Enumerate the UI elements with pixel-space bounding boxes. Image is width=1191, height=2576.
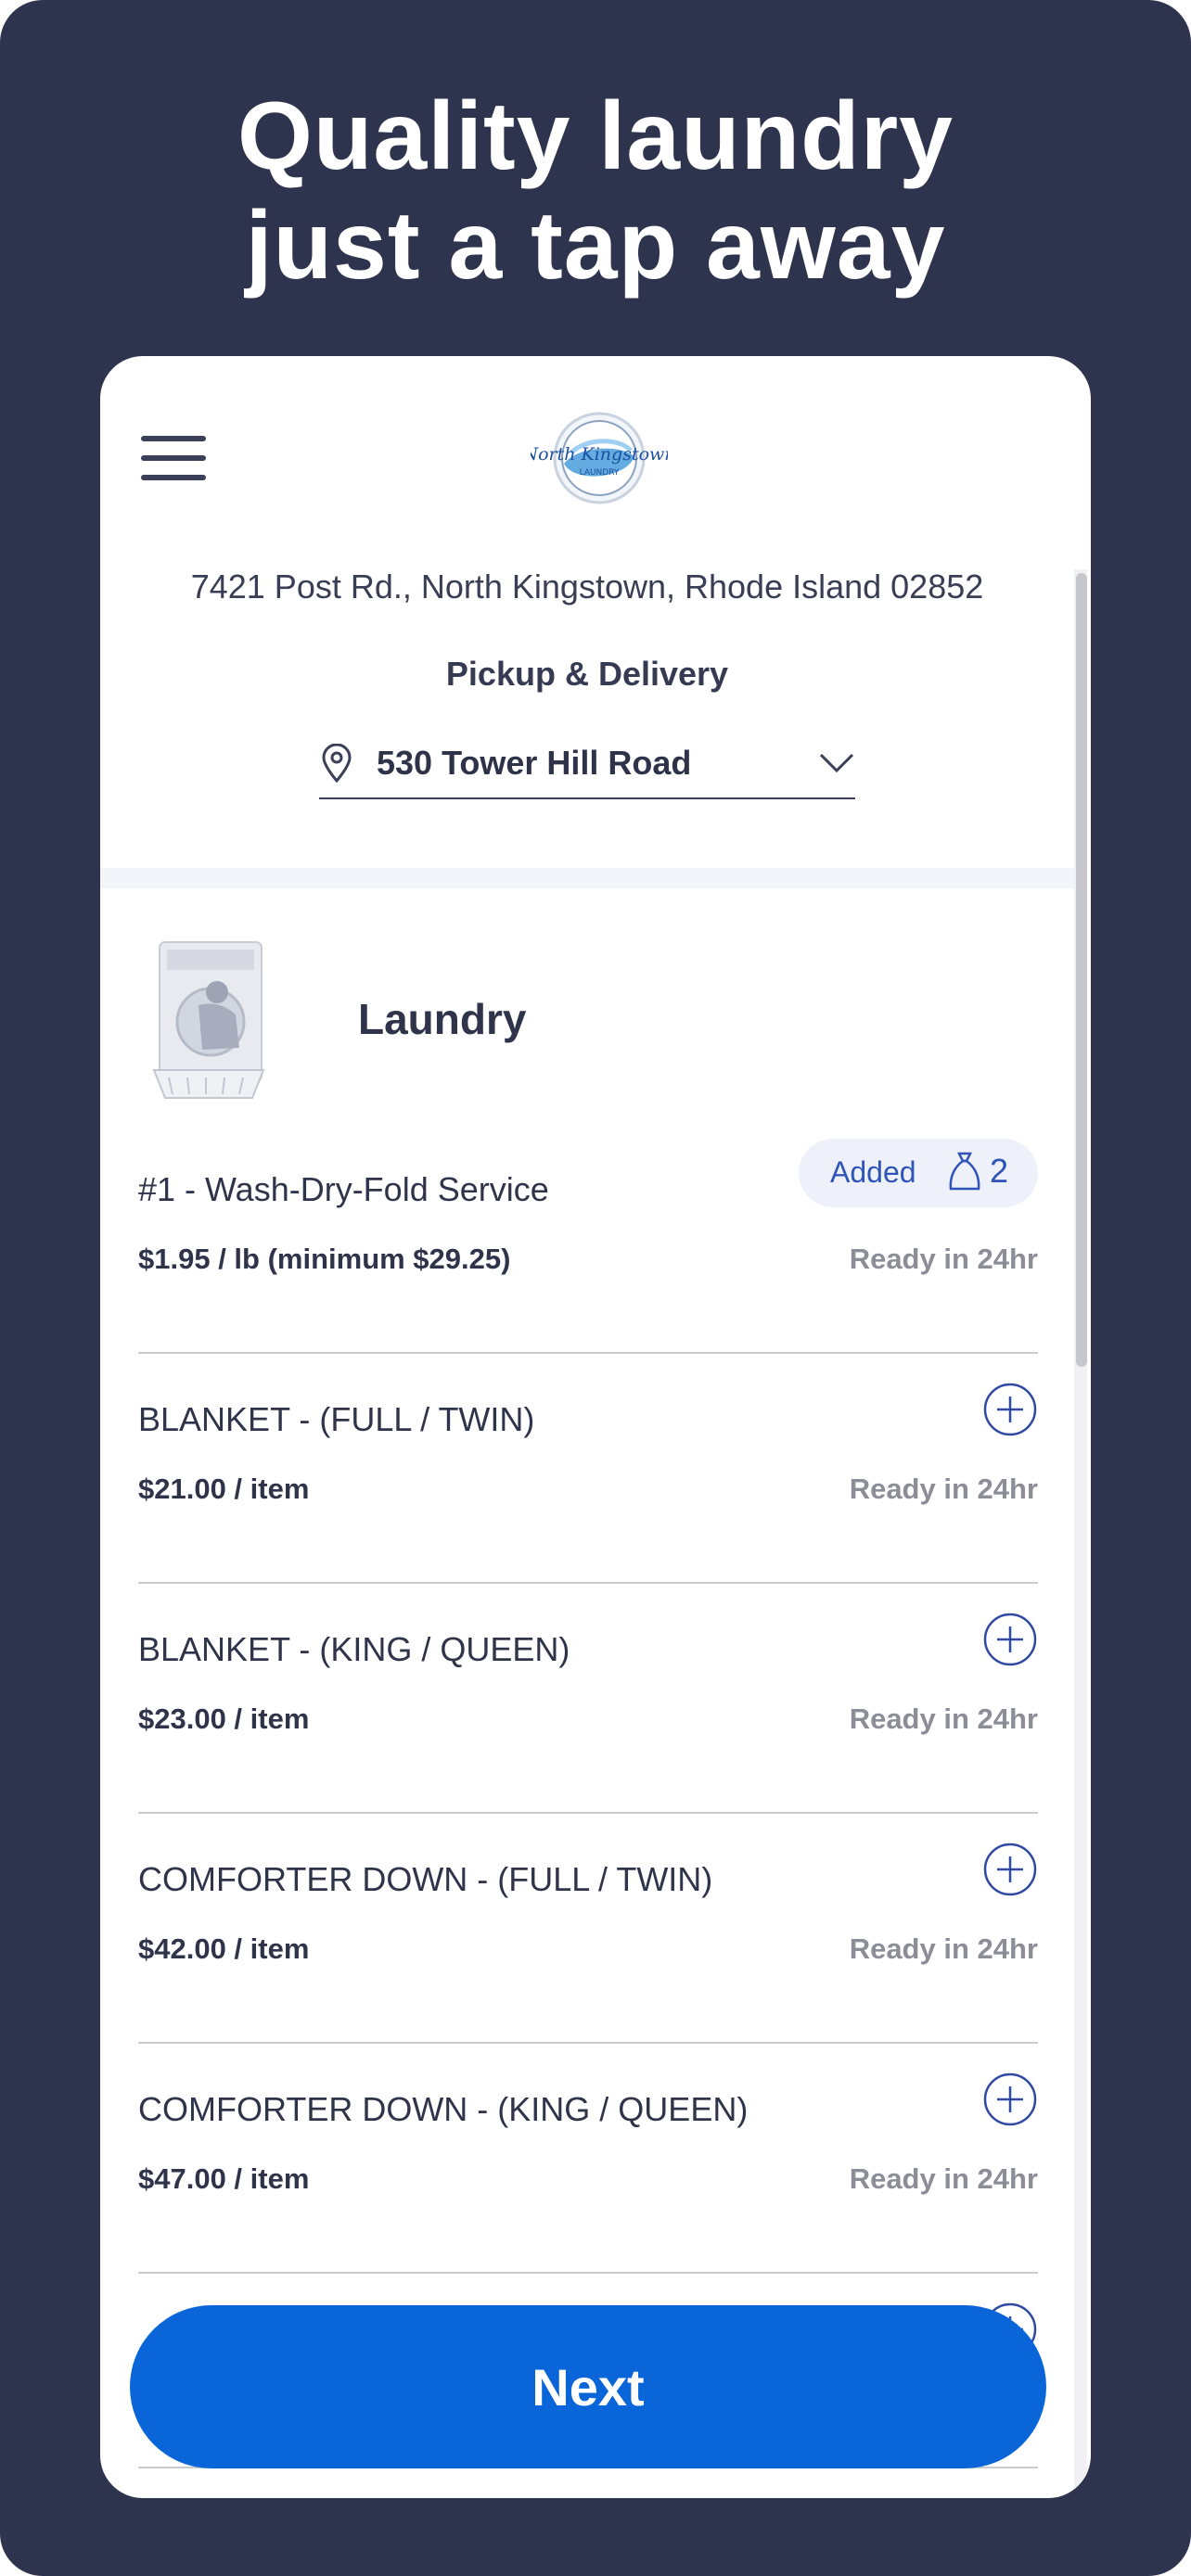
service-mode-label: Pickup & Delivery <box>445 655 729 693</box>
app-frame: Quality laundry just a tap away North Ki… <box>0 0 1191 2576</box>
store-address: 7421 Post Rd., North Kingstown, Rhode Is… <box>190 567 984 606</box>
service-price: $47.00 / item <box>138 2162 310 2195</box>
location-pin-icon <box>322 744 352 783</box>
service-eta: Ready in 24hr <box>849 1932 1038 1965</box>
delivery-address-dropdown[interactable]: 530 Tower Hill Road <box>319 738 855 799</box>
service-name: BLANKET - (FULL / TWIN) <box>138 1400 535 1438</box>
service-price: $42.00 / item <box>138 1932 310 1965</box>
laundry-machine-illustration <box>152 941 265 1099</box>
headline-line-1: Quality laundry <box>237 83 954 190</box>
service-name: #1 - Wash-Dry-Fold Service <box>138 1170 549 1208</box>
category-title: Laundry <box>358 995 527 1043</box>
service-item[interactable]: COMFORTER DOWN - (KING / QUEEN) $47.00 /… <box>138 2072 1038 2320</box>
scrollbar-thumb[interactable] <box>1076 573 1087 1367</box>
headline-line-2: just a tap away <box>245 192 946 300</box>
service-eta: Ready in 24hr <box>849 1473 1038 1505</box>
next-button[interactable]: Next <box>130 2305 1046 2468</box>
chevron-down-icon <box>819 753 854 773</box>
service-price: $23.00 / item <box>138 1702 310 1735</box>
service-name: COMFORTER DOWN - (FULL / TWIN) <box>138 1860 713 1898</box>
divider <box>138 1352 1038 1354</box>
added-label: Added <box>830 1155 916 1189</box>
service-name: BLANKET - (KING / QUEEN) <box>138 1630 570 1668</box>
north-kingstown-laundry-logo: North Kingstown LAUNDRY <box>531 412 668 504</box>
divider <box>138 1582 1038 1584</box>
delivery-address-value: 530 Tower Hill Road <box>377 744 692 782</box>
service-price: $1.95 / lb (minimum $29.25) <box>138 1243 511 1275</box>
divider <box>138 1812 1038 1814</box>
service-item[interactable]: BLANKET - (FULL / TWIN) $21.00 / item Re… <box>138 1383 1038 1630</box>
phone-screen: North Kingstown LAUNDRY 7421 Post Rd., N… <box>100 356 1091 2498</box>
added-quantity-badge[interactable]: Added 2 <box>799 1139 1038 1207</box>
hamburger-menu-icon[interactable] <box>141 436 206 480</box>
service-eta: Ready in 24hr <box>849 1702 1038 1735</box>
service-item[interactable]: #1 - Wash-Dry-Fold Service $1.95 / lb (m… <box>138 1139 1038 1400</box>
add-circle-icon[interactable] <box>982 1842 1038 1897</box>
divider <box>138 2042 1038 2044</box>
add-circle-icon[interactable] <box>982 2072 1038 2127</box>
section-separator <box>100 868 1074 888</box>
service-price: $21.00 / item <box>138 1473 310 1505</box>
add-circle-icon[interactable] <box>982 1612 1038 1667</box>
laundry-bag-icon <box>949 1152 980 1191</box>
service-eta: Ready in 24hr <box>849 2162 1038 2195</box>
headline: Quality laundry just a tap away <box>0 82 1191 300</box>
divider <box>138 2272 1038 2274</box>
svg-text:North Kingstown: North Kingstown <box>531 444 668 465</box>
service-name: COMFORTER DOWN - (KING / QUEEN) <box>138 2090 749 2128</box>
added-count: 2 <box>990 1152 1009 1190</box>
service-eta: Ready in 24hr <box>849 1243 1038 1275</box>
service-item[interactable]: COMFORTER DOWN - (FULL / TWIN) $42.00 / … <box>138 1843 1038 2090</box>
add-circle-icon[interactable] <box>982 1382 1038 1437</box>
service-item[interactable]: BLANKET - (KING / QUEEN) $23.00 / item R… <box>138 1613 1038 1860</box>
svg-text:LAUNDRY: LAUNDRY <box>580 468 620 478</box>
